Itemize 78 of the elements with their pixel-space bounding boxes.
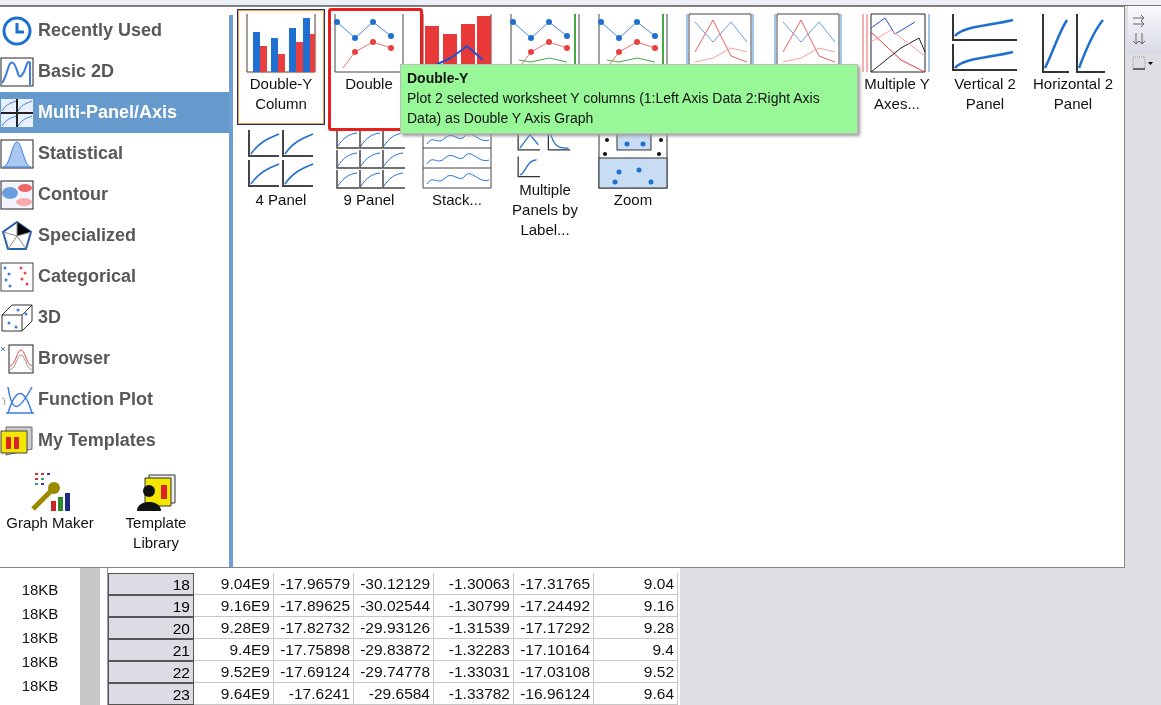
template-label[interactable]: Horizontal 2 Panel xyxy=(1030,74,1116,114)
cell: -30.02544 xyxy=(354,595,434,617)
cell: -29.83872 xyxy=(354,639,434,661)
category-item[interactable]: Recently Used xyxy=(0,10,229,51)
cell: -17.31765 xyxy=(514,573,594,595)
cell: -17.10164 xyxy=(514,639,594,661)
template-label[interactable]: Vertical 2 Panel xyxy=(942,74,1028,114)
cell: 9.52E9 xyxy=(194,661,274,683)
template-thumbnail[interactable] xyxy=(245,12,317,74)
cell: -17.82732 xyxy=(274,617,354,639)
cell: -1.30799 xyxy=(434,595,514,617)
cell: -17.17292 xyxy=(514,617,594,639)
tooltip-text: Plot 2 selected worksheet Y columns (1:Left Axis Data 2:Right Axis Data) as Double Y Axis Graph xyxy=(407,89,821,128)
cell: 9.16E9 xyxy=(194,595,274,617)
cell: 9.04 xyxy=(594,573,678,595)
file-size: 18KB xyxy=(21,676,59,696)
cell: -29.74778 xyxy=(354,661,434,683)
cell: -29.6584 xyxy=(354,683,434,705)
sort-icon[interactable] xyxy=(1132,32,1146,46)
cell: -17.69124 xyxy=(274,661,354,683)
border-icon[interactable] xyxy=(1132,56,1154,70)
category-icon xyxy=(0,423,34,458)
cell: -30.12129 xyxy=(354,573,434,595)
row-number: 21 xyxy=(108,639,194,661)
swap-icon[interactable] xyxy=(1132,14,1146,28)
cell: 9.64E9 xyxy=(194,683,274,705)
cell: -17.96579 xyxy=(274,573,354,595)
category-item[interactable]: 3D xyxy=(0,297,229,338)
category-item[interactable]: Contour xyxy=(0,174,229,215)
template-library-button[interactable]: Template Library xyxy=(100,471,212,553)
category-item[interactable]: Basic 2D xyxy=(0,51,229,92)
category-item[interactable]: Statistical xyxy=(0,133,229,174)
cell: -17.24492 xyxy=(514,595,594,617)
template-label[interactable]: Zoom xyxy=(611,190,655,210)
template-label[interactable]: Stack... xyxy=(430,190,484,210)
category-item[interactable]: Specialized xyxy=(0,215,229,256)
cell: -16.96124 xyxy=(514,683,594,705)
cell: 9.52 xyxy=(594,661,678,683)
cell: 9.28 xyxy=(594,617,678,639)
cell: -1.33782 xyxy=(434,683,514,705)
template-label[interactable]: 4 Panel xyxy=(253,190,309,210)
category-item[interactable]: Browser xyxy=(0,338,229,379)
category-item[interactable]: My Templates xyxy=(0,420,229,461)
cell: -1.32283 xyxy=(434,639,514,661)
cell: -17.89625 xyxy=(274,595,354,617)
cell: -17.03108 xyxy=(514,661,594,683)
file-size: 18KB xyxy=(21,580,59,600)
cell: -17.6241 xyxy=(274,683,354,705)
template-thumbnail[interactable] xyxy=(333,12,405,74)
file-size: 18KB xyxy=(21,604,59,624)
row-number: 19 xyxy=(108,595,194,617)
cell: -1.31539 xyxy=(434,617,514,639)
cell: -1.30063 xyxy=(434,573,514,595)
tooltip-title: Double-Y xyxy=(407,69,470,88)
cell: 9.16 xyxy=(594,595,678,617)
cell: -29.93126 xyxy=(354,617,434,639)
template-label[interactable]: Double xyxy=(343,74,395,94)
cell: -1.33031 xyxy=(434,661,514,683)
cell: 9.28E9 xyxy=(194,617,274,639)
template-label[interactable]: 9 Panel xyxy=(341,190,397,210)
file-size: 18KB xyxy=(21,628,59,648)
file-size: 18KB xyxy=(21,652,59,672)
cell: 9.4 xyxy=(594,639,678,661)
category-item[interactable]: Function Plot xyxy=(0,379,229,420)
row-number: 22 xyxy=(108,661,194,683)
row-number: 18 xyxy=(108,573,194,595)
template-thumbnail[interactable] xyxy=(861,12,933,74)
template-label[interactable]: Multiple Panels by Label... xyxy=(502,180,588,240)
cell: 9.4E9 xyxy=(194,639,274,661)
graph-maker-button[interactable]: Graph Maker xyxy=(0,471,100,553)
row-number: 20 xyxy=(108,617,194,639)
cell: 9.04E9 xyxy=(194,573,274,595)
category-item[interactable]: Categorical xyxy=(0,256,229,297)
row-number: 23 xyxy=(108,683,194,705)
template-label[interactable]: Multiple Y Axes... xyxy=(854,74,940,114)
cell: -17.75898 xyxy=(274,639,354,661)
template-thumbnail[interactable] xyxy=(333,128,405,190)
cell: 9.64 xyxy=(594,683,678,705)
